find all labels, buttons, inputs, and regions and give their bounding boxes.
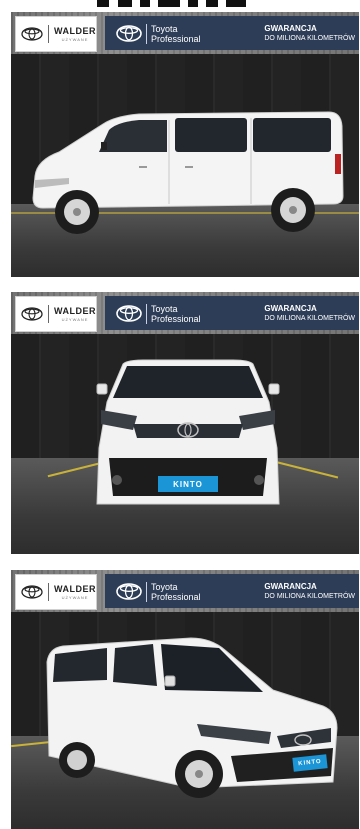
dealer-tagline: UŻYWANE (61, 317, 89, 322)
qr-module (206, 0, 218, 7)
program-brand-line1: Toyota (151, 24, 178, 34)
guarantee-subtitle: DO MILIONA KILOMETRÓW (264, 35, 355, 42)
guarantee-subtitle: DO MILIONA KILOMETRÓW (264, 593, 355, 600)
toyota-logo-icon (21, 585, 43, 599)
guarantee-title: GWARANCJA (264, 582, 317, 591)
toyota-logo-icon (21, 27, 43, 41)
dealer-logo: WALDER UŻYWANE (15, 574, 97, 610)
qr-module (140, 0, 150, 7)
toyota-professional-panel: Toyota Professional GWARANCJA DO MILIONA… (105, 296, 359, 330)
license-plate: KINTO (158, 476, 218, 492)
toyota-logo-icon (116, 305, 142, 322)
van-front-image (96, 359, 280, 505)
toyota-logo-icon (116, 583, 142, 600)
toyota-professional-panel: Toyota Professional GWARANCJA DO MILIONA… (105, 574, 359, 608)
van-three-quarter-image (46, 637, 338, 798)
qr-module (188, 0, 198, 7)
dealer-name: WALDER (54, 584, 96, 594)
dealer-name: WALDER (54, 26, 96, 36)
qr-code-partial (0, 0, 360, 10)
dealer-logo: WALDER UŻYWANE (15, 16, 97, 52)
program-brand-line2: Professional (151, 34, 201, 44)
program-brand-line2: Professional (151, 314, 201, 324)
logo-separator (48, 583, 49, 601)
program-brand-line2: Professional (151, 592, 201, 602)
toyota-professional-panel: Toyota Professional GWARANCJA DO MILIONA… (105, 16, 359, 50)
dealer-name: WALDER (54, 306, 96, 316)
dealer-tagline: UŻYWANE (61, 37, 89, 42)
listing-photo-side[interactable]: WALDER UŻYWANE Toyota Professional GWARA… (11, 12, 359, 277)
listing-photo-front[interactable]: KINTO WALDER UŻYWANE Toyota Professional… (11, 292, 359, 554)
toyota-logo-icon (116, 25, 142, 42)
toyota-logo-icon (21, 307, 43, 321)
guarantee-subtitle: DO MILIONA KILOMETRÓW (264, 315, 355, 322)
guarantee-title: GWARANCJA (264, 24, 317, 33)
dealer-logo: WALDER UŻYWANE (15, 296, 97, 332)
qr-module (226, 0, 246, 7)
qr-module (97, 0, 109, 7)
qr-module (118, 0, 132, 7)
dealer-tagline: UŻYWANE (61, 595, 89, 600)
listing-photo-three-quarter[interactable]: KINTO WALDER UŻYWANE Toyota Professional… (11, 570, 359, 829)
logo-separator (48, 305, 49, 323)
logo-separator (48, 25, 49, 43)
program-brand-line1: Toyota (151, 582, 178, 592)
program-brand-line1: Toyota (151, 304, 178, 314)
guarantee-title: GWARANCJA (264, 304, 317, 313)
van-side-image (32, 111, 344, 234)
qr-module (158, 0, 180, 7)
